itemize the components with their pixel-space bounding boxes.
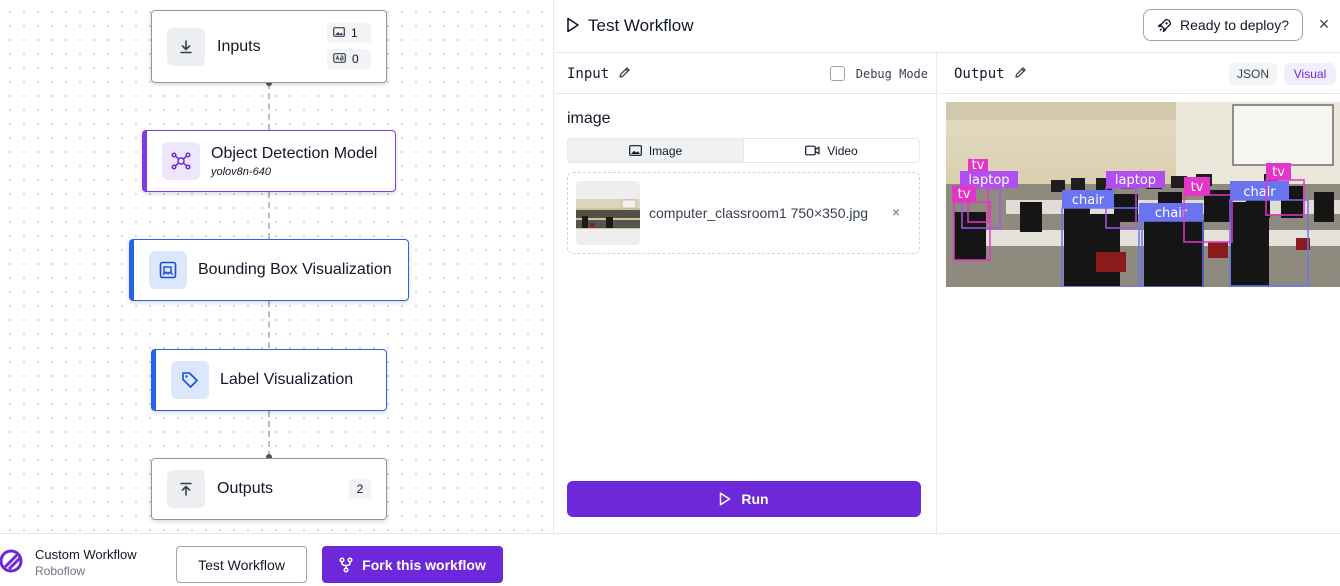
input-header-title: Input bbox=[567, 65, 610, 82]
edge-detection-bbox bbox=[268, 192, 270, 239]
tab-image[interactable]: Image bbox=[568, 139, 744, 162]
debug-mode-label: Debug Mode bbox=[855, 66, 928, 81]
detection-label-text: tv bbox=[958, 187, 971, 202]
play-icon bbox=[566, 17, 580, 38]
output-visualization-image: tv laptop tv laptop chair chair tv chair tv bbox=[946, 102, 1340, 287]
test-workflow-button[interactable]: Test Workflow bbox=[176, 546, 307, 583]
fork-label: Fork this workflow bbox=[362, 556, 486, 573]
image-count: 1 bbox=[351, 26, 358, 40]
tab-video-label: Video bbox=[827, 143, 858, 158]
panel-header: Test Workflow Ready to deploy? × bbox=[554, 0, 1340, 53]
detection-label-text: chair bbox=[1155, 206, 1188, 221]
tag-icon bbox=[171, 361, 209, 399]
workflow-name: Custom Workflow bbox=[35, 547, 137, 562]
run-label: Run bbox=[741, 491, 769, 507]
deploy-label: Ready to deploy? bbox=[1180, 17, 1289, 33]
param-count-badge: 0 bbox=[327, 49, 371, 69]
outputs-count-badge: 2 bbox=[349, 479, 371, 499]
node-outputs[interactable]: Outputs 2 bbox=[151, 458, 387, 520]
detection-label-text: tv bbox=[1191, 180, 1204, 195]
run-button[interactable]: Run bbox=[567, 481, 921, 517]
node-label-visualization[interactable]: Label Visualization bbox=[151, 349, 387, 411]
param-count: 0 bbox=[352, 52, 359, 66]
workflow-canvas[interactable]: Inputs 1 0 Object Detection Model yolov8… bbox=[0, 0, 553, 533]
tab-video[interactable]: Video bbox=[744, 139, 919, 162]
uploaded-file-card: computer_classroom1 750×350.jpg × bbox=[567, 172, 920, 254]
node-inputs[interactable]: Inputs 1 0 bbox=[151, 10, 387, 83]
remove-file-icon[interactable]: × bbox=[892, 204, 900, 220]
edit-icon[interactable] bbox=[1014, 66, 1027, 82]
json-view-button[interactable]: JSON bbox=[1229, 63, 1277, 85]
node-outputs-title: Outputs bbox=[217, 480, 274, 497]
bounding-box-icon bbox=[149, 251, 187, 289]
classroom-scene: tvlaptoptvlaptopchairchairtv chairtv bbox=[946, 102, 1340, 287]
edge-label-outputs bbox=[268, 411, 270, 457]
debug-mode-toggle[interactable]: Debug Mode bbox=[829, 66, 928, 81]
detection-label-text: laptop bbox=[1115, 173, 1156, 188]
output-header: Output bbox=[954, 53, 1334, 94]
node-inputs-title: Inputs bbox=[217, 37, 261, 55]
node-detection-model-id: yolov8n-640 bbox=[211, 165, 271, 178]
output-header-divider bbox=[938, 93, 1340, 94]
node-label-title: Label Visualization bbox=[220, 371, 354, 388]
image-field-label: image bbox=[567, 110, 611, 127]
node-inputs-badges: 1 0 bbox=[327, 23, 371, 69]
detection-label-text: laptop bbox=[968, 173, 1009, 188]
node-detection-title: Object Detection Model bbox=[211, 144, 378, 162]
download-icon bbox=[167, 27, 205, 66]
panel-title: Test Workflow bbox=[588, 16, 694, 35]
node-detection-text: Object Detection Model yolov8n-640 bbox=[211, 145, 377, 178]
image-count-badge: 1 bbox=[327, 23, 371, 43]
node-bounding-box-visualization[interactable]: Bounding Box Visualization bbox=[129, 239, 409, 301]
model-graph-icon bbox=[162, 142, 200, 180]
node-object-detection[interactable]: Object Detection Model yolov8n-640 bbox=[142, 130, 396, 192]
file-name: computer_classroom1 750×350.jpg bbox=[649, 205, 869, 221]
file-thumbnail bbox=[576, 181, 640, 245]
play-icon bbox=[719, 492, 731, 506]
node-bbox-title: Bounding Box Visualization bbox=[198, 261, 392, 278]
detection-label-text: tv bbox=[1272, 165, 1285, 180]
image-icon bbox=[333, 26, 345, 40]
upload-icon bbox=[167, 470, 205, 508]
tab-image-label: Image bbox=[648, 143, 683, 158]
visual-view-button[interactable]: Visual bbox=[1284, 63, 1336, 85]
footer-bar: Custom Workflow Roboflow Test Workflow F… bbox=[0, 533, 1340, 586]
workflow-app: Inputs 1 0 Object Detection Model yolov8… bbox=[0, 0, 1340, 586]
edit-icon[interactable] bbox=[618, 66, 631, 82]
input-section: Input Debug Mode image Image Video compu… bbox=[554, 53, 937, 533]
close-icon[interactable]: × bbox=[1314, 14, 1334, 35]
image-icon bbox=[628, 145, 642, 156]
detection-label-text: chair bbox=[1072, 193, 1105, 208]
ready-to-deploy-button[interactable]: Ready to deploy? bbox=[1143, 9, 1303, 41]
edge-inputs-detection bbox=[268, 83, 270, 130]
output-section: Output JSON Visual tv laptop tv laptop c… bbox=[938, 53, 1340, 533]
edge-bbox-label bbox=[268, 301, 270, 348]
roboflow-logo-icon bbox=[0, 548, 26, 579]
input-header-divider bbox=[554, 93, 937, 94]
output-header-title: Output bbox=[954, 65, 1005, 82]
fork-workflow-button[interactable]: Fork this workflow bbox=[322, 546, 503, 583]
org-name: Roboflow bbox=[35, 564, 86, 578]
test-workflow-panel: Test Workflow Ready to deploy? × Input D… bbox=[553, 0, 1340, 533]
detection-label-text: chair bbox=[1243, 185, 1276, 200]
fork-icon bbox=[339, 556, 353, 573]
video-icon bbox=[805, 145, 820, 156]
rocket-icon bbox=[1157, 18, 1172, 33]
debug-mode-checkbox[interactable] bbox=[829, 66, 845, 81]
detection-label-text: tv bbox=[972, 158, 985, 173]
parameter-icon bbox=[333, 52, 346, 66]
media-type-tabs: Image Video bbox=[567, 138, 920, 163]
